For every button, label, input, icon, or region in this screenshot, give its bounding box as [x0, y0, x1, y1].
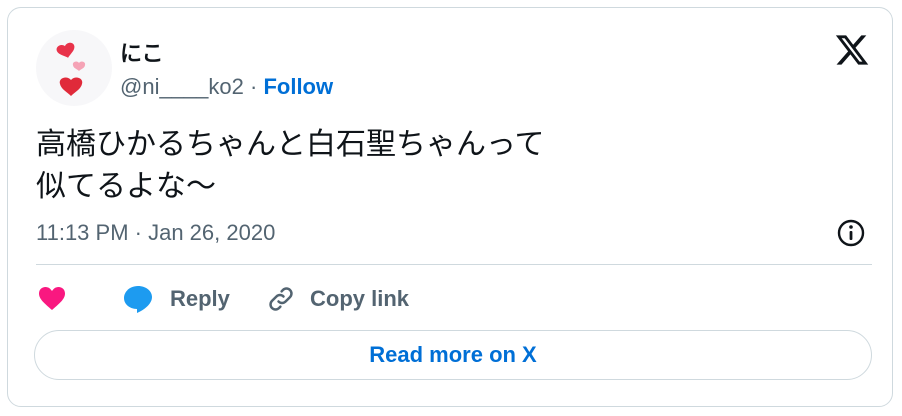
tweet-embed-card: にこ @ni____ko2 · Follow 高橋ひかるちゃんと白石聖ちゃんって… [7, 7, 893, 407]
x-logo-icon[interactable] [834, 32, 870, 68]
info-icon[interactable] [836, 218, 866, 248]
read-more-label: Read more on X [369, 342, 537, 367]
speech-bubble-icon [124, 286, 152, 313]
user-handle[interactable]: @ni____ko2 [120, 74, 244, 99]
heart-icon [39, 287, 65, 310]
hearts-avatar-image [56, 42, 86, 96]
tweet-text-line: 高橋ひかるちゃんと白石聖ちゃんって [36, 127, 545, 162]
tweet-text: 高橋ひかるちゃんと白石聖ちゃんって 似てるよな〜 [36, 124, 836, 208]
tweet-text-line: 似てるよな〜 [36, 169, 216, 204]
avatar[interactable] [36, 30, 112, 106]
separator-dot: · [250, 74, 258, 99]
divider [36, 264, 872, 265]
display-name[interactable]: にこ [120, 36, 164, 68]
tweet-timestamp[interactable]: 11:13 PM · Jan 26, 2020 [36, 220, 275, 246]
reply-button[interactable]: Reply [122, 282, 230, 316]
like-button[interactable] [38, 282, 66, 316]
copy-link-button[interactable]: Copy link [266, 282, 409, 316]
handle-row: @ni____ko2 · Follow [120, 74, 333, 100]
follow-link[interactable]: Follow [263, 74, 333, 99]
link-icon [269, 287, 293, 311]
copy-link-label: Copy link [310, 286, 410, 311]
read-more-button[interactable]: Read more on X [34, 330, 872, 380]
reply-label: Reply [170, 286, 230, 311]
